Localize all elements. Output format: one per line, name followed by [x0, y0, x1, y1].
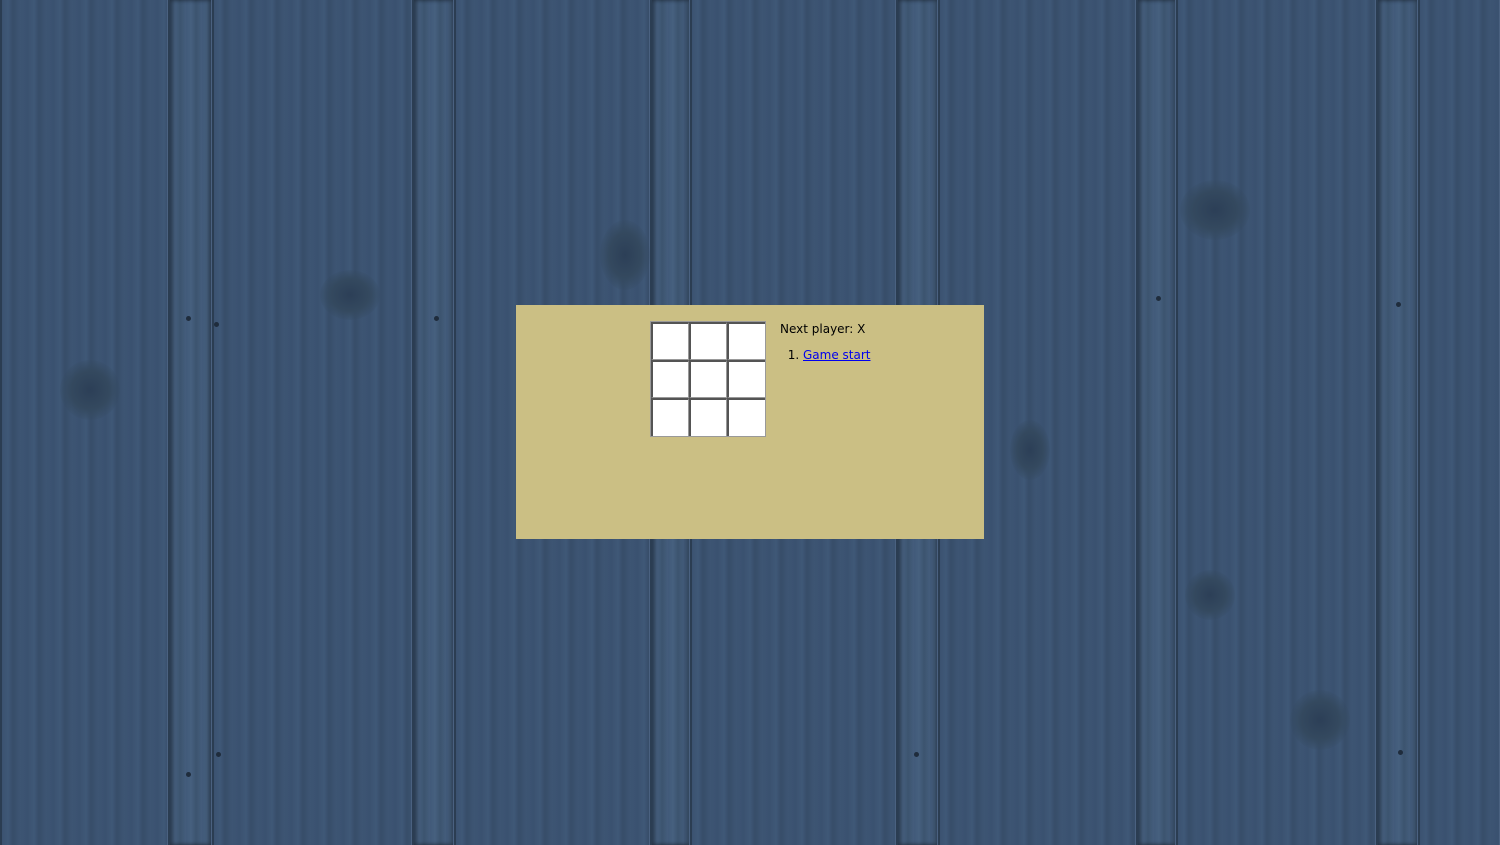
nail: [214, 322, 219, 327]
wood-knot: [1180, 180, 1250, 240]
board-grid: [650, 321, 766, 437]
nail: [1156, 296, 1161, 301]
board-square[interactable]: [727, 322, 765, 360]
nail: [914, 752, 919, 757]
board-square[interactable]: [689, 322, 727, 360]
nail: [186, 772, 191, 777]
nail: [186, 316, 191, 321]
board-square[interactable]: [651, 322, 689, 360]
wood-knot: [1185, 570, 1235, 620]
game-board: [650, 321, 766, 437]
status-text: Next player: X: [780, 322, 866, 336]
wood-knot: [600, 220, 650, 290]
wood-plank: [1136, 0, 1176, 845]
board-square[interactable]: [689, 398, 727, 436]
wood-knot: [1290, 690, 1350, 750]
game-info: Next player: X Game start: [780, 321, 871, 363]
board-square[interactable]: [651, 360, 689, 398]
nail: [1398, 750, 1403, 755]
nail: [434, 316, 439, 321]
board-square[interactable]: [689, 360, 727, 398]
wood-knot: [1010, 420, 1050, 480]
wood-plank: [0, 0, 168, 845]
move-list-item: Game start: [803, 347, 871, 363]
wood-plank: [168, 0, 212, 845]
wood-plank: [1376, 0, 1418, 845]
wood-knot: [60, 360, 120, 420]
nail: [1396, 302, 1401, 307]
board-square[interactable]: [651, 398, 689, 436]
wood-plank: [1418, 0, 1500, 845]
move-history-list: Game start: [780, 347, 871, 363]
nail: [216, 752, 221, 757]
wood-plank: [412, 0, 454, 845]
board-square[interactable]: [727, 398, 765, 436]
game-panel: Next player: X Game start: [516, 305, 984, 539]
wood-plank: [212, 0, 412, 845]
game-start-link[interactable]: Game start: [803, 348, 871, 362]
wood-knot: [320, 270, 380, 320]
board-square[interactable]: [727, 360, 765, 398]
